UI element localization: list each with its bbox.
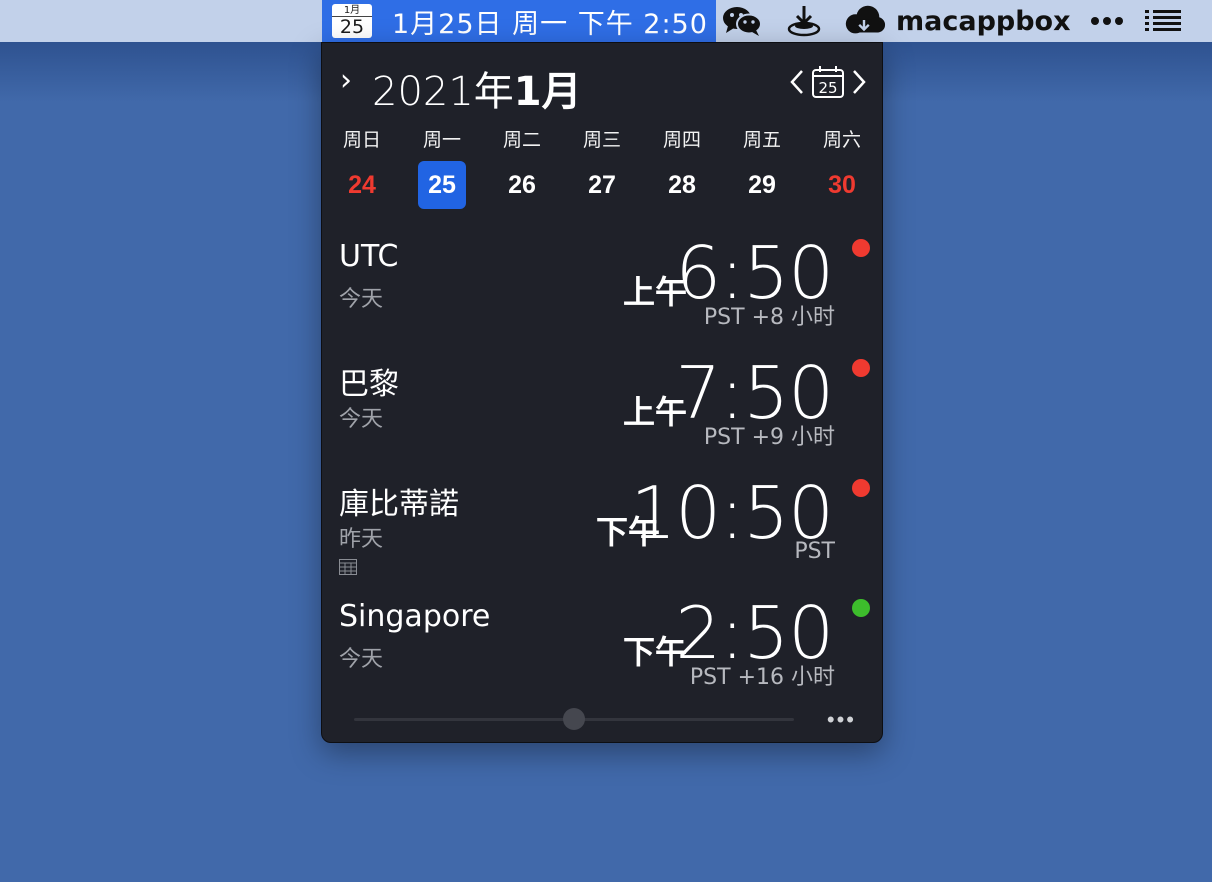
today-icon-day: 25 — [818, 79, 837, 97]
weekday-name: 周二 — [502, 129, 541, 151]
day-number: 30 — [828, 171, 856, 199]
month-title: 2021年1月 — [372, 59, 582, 117]
prev-month-button[interactable] — [788, 65, 806, 99]
city-name: UTC — [339, 239, 399, 274]
weekday-name: 周一 — [422, 129, 461, 151]
menubar-date-item[interactable]: 1月 25 1月25日 周一 下午 2:50 — [322, 0, 716, 42]
calendar-today-icon: 25 — [812, 66, 844, 98]
menubar-username[interactable]: macappbox — [896, 6, 1071, 37]
today-button[interactable]: 25 — [810, 65, 846, 99]
day-cell-today[interactable]: 25 — [402, 161, 482, 209]
day-cell[interactable]: 29 — [722, 161, 802, 209]
day-number: 24 — [348, 171, 376, 199]
relative-day: 昨天 — [339, 527, 384, 552]
timezone-row[interactable]: Singapore 今天 下午 2:50 PST +16 小时 — [322, 591, 882, 719]
chevron-right-icon — [853, 70, 866, 94]
world-clock-panel: › 2021年1月 25 周日 周一 周二 周三 周四 周五 周六 24 25 … — [321, 42, 883, 743]
relative-day: 今天 — [339, 407, 384, 432]
utc-offset: PST — [794, 539, 835, 564]
weekday-name: 周五 — [742, 129, 781, 151]
month-nav: 25 — [788, 65, 868, 99]
day-cell[interactable]: 24 — [322, 161, 402, 209]
timezone-row[interactable]: 巴黎 今天 上午 7:50 PST +9 小时 — [322, 351, 882, 479]
calendar-icon: 1月 25 — [332, 4, 372, 38]
day-number: 26 — [508, 171, 536, 199]
week-days: 24 25 26 27 28 29 30 — [322, 161, 882, 209]
panel-footer: ••• — [322, 703, 882, 743]
more-icon[interactable] — [1087, 0, 1127, 42]
utc-offset: PST +16 小时 — [689, 665, 835, 690]
timezone-row[interactable]: 庫比蒂諾 昨天 下午 10:50 PST — [322, 471, 882, 599]
menu-bar: 1月 25 1月25日 周一 下午 2:50 macappbox — [0, 0, 1212, 42]
weekday-name: 周四 — [662, 129, 701, 151]
download-icon[interactable] — [782, 0, 826, 42]
city-name: 庫比蒂諾 — [339, 487, 459, 522]
year-label: 2021年 — [372, 69, 514, 115]
city-name: 巴黎 — [339, 367, 399, 402]
month-label: 1月 — [513, 69, 582, 115]
status-dot — [852, 239, 870, 257]
cloud-icon[interactable] — [842, 0, 886, 42]
day-cell[interactable]: 28 — [642, 161, 722, 209]
next-month-button[interactable] — [850, 65, 868, 99]
expand-chevron-icon[interactable]: › — [340, 63, 352, 98]
chevron-left-icon — [790, 70, 803, 94]
relative-day: 今天 — [339, 647, 384, 672]
calendar-grid-icon[interactable] — [339, 559, 357, 575]
day-number: 25 — [418, 161, 466, 209]
list-icon[interactable] — [1141, 0, 1185, 42]
day-number: 28 — [668, 171, 696, 199]
more-options-button[interactable]: ••• — [827, 707, 856, 733]
status-dot — [852, 479, 870, 497]
weekday-name: 周六 — [822, 129, 861, 151]
day-number: 27 — [588, 171, 616, 199]
utc-offset: PST +8 小时 — [703, 305, 835, 330]
relative-day: 今天 — [339, 287, 384, 312]
time-slider-knob[interactable] — [563, 708, 585, 730]
weekday-name: 周日 — [342, 129, 381, 151]
status-dot — [852, 599, 870, 617]
utc-offset: PST +9 小时 — [703, 425, 835, 450]
city-name: Singapore — [339, 599, 491, 634]
day-cell[interactable]: 26 — [482, 161, 562, 209]
menubar-date-text: 1月25日 周一 下午 2:50 — [392, 8, 708, 40]
weekday-names: 周日 周一 周二 周三 周四 周五 周六 — [322, 125, 882, 152]
status-dot — [852, 359, 870, 377]
timezone-row[interactable]: UTC 今天 上午 6:50 PST +8 小时 — [322, 231, 882, 359]
day-cell[interactable]: 30 — [802, 161, 882, 209]
wechat-icon[interactable] — [720, 0, 764, 42]
time-slider-track[interactable] — [354, 708, 794, 730]
calendar-header: › 2021年1月 25 — [322, 43, 882, 123]
day-cell[interactable]: 27 — [562, 161, 642, 209]
weekday-name: 周三 — [582, 129, 621, 151]
day-number: 29 — [748, 171, 776, 199]
